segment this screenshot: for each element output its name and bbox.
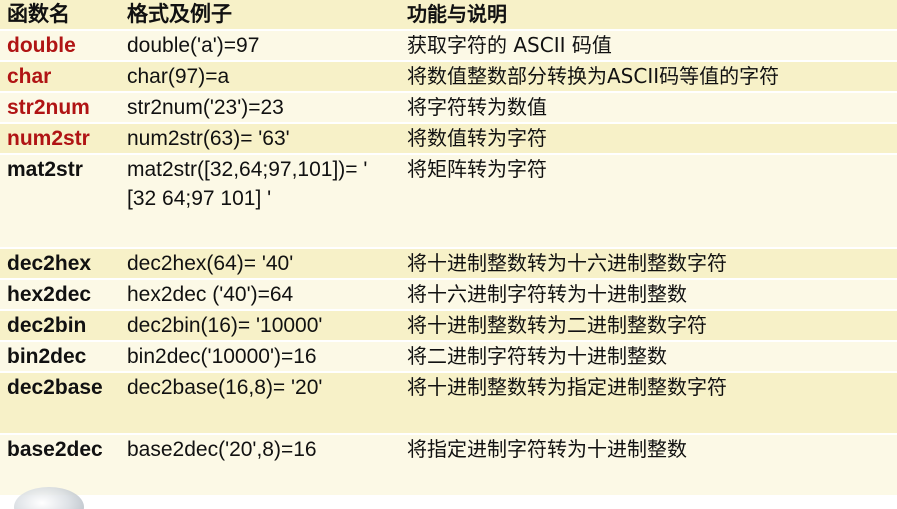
table-header-row: 函数名 格式及例子 功能与说明: [0, 0, 897, 31]
function-format: str2num('23')=23: [120, 92, 400, 124]
function-description: 获取字符的 ASCII 码值: [400, 30, 897, 62]
function-name: mat2str: [0, 154, 120, 249]
function-format: char(97)=a: [120, 61, 400, 93]
function-description: 将字符转为数值: [400, 92, 897, 124]
table-row: dec2hex dec2hex(64)= '40' 将十进制整数转为十六进制整数字符: [0, 248, 897, 280]
header-format: 格式及例子: [120, 0, 400, 31]
slide-page: 函数名 格式及例子 功能与说明 double double('a')=97 获取字符…: [0, 0, 897, 509]
function-description: 将十进制整数转为十六进制整数字符: [400, 248, 897, 280]
table-row: dec2base dec2base(16,8)= '20' 将十进制整数转为指定进制…: [0, 372, 897, 435]
function-name: dec2bin: [0, 310, 120, 342]
function-name: dec2hex: [0, 248, 120, 280]
function-description: 将十进制整数转为指定进制整数字符: [400, 372, 897, 435]
function-description: 将指定进制字符转为十进制整数: [400, 434, 897, 497]
function-description: 将二进制字符转为十进制整数: [400, 341, 897, 373]
table-row: num2str num2str(63)= '63' 将数值转为字符: [0, 123, 897, 155]
function-format: hex2dec ('40')=64: [120, 279, 400, 311]
function-format: base2dec('20',8)=16: [120, 434, 400, 497]
function-description: 将数值整数部分转换为ASCII码等值的字符: [400, 61, 897, 93]
table-row: str2num str2num('23')=23 将字符转为数值: [0, 92, 897, 124]
function-format: dec2base(16,8)= '20': [120, 372, 400, 435]
table-row: mat2str mat2str([32,64;97,101])= ' [32 64…: [0, 154, 897, 249]
function-name: base2dec: [0, 434, 120, 497]
table-row: bin2dec bin2dec('10000')=16 将二进制字符转为十进制整数: [0, 341, 897, 373]
function-format: num2str(63)= '63': [120, 123, 400, 155]
function-name: hex2dec: [0, 279, 120, 311]
function-name: dec2base: [0, 372, 120, 435]
function-name: bin2dec: [0, 341, 120, 373]
function-name: double: [0, 30, 120, 62]
table-row: dec2bin dec2bin(16)= '10000' 将十进制整数转为二进制整数…: [0, 310, 897, 342]
function-name: num2str: [0, 123, 120, 155]
function-name: char: [0, 61, 120, 93]
table-row: hex2dec hex2dec ('40')=64 将十六进制字符转为十进制整数: [0, 279, 897, 311]
table-row: char char(97)=a 将数值整数部分转换为ASCII码等值的字符: [0, 61, 897, 93]
function-description: 将十六进制字符转为十进制整数: [400, 279, 897, 311]
function-format: dec2hex(64)= '40': [120, 248, 400, 280]
function-format: double('a')=97: [120, 30, 400, 62]
table-body: double double('a')=97 获取字符的 ASCII 码值 char ch…: [0, 30, 897, 497]
function-format: mat2str([32,64;97,101])= ' [32 64;97 101…: [120, 154, 400, 249]
header-name: 函数名: [0, 0, 120, 31]
function-description: 将十进制整数转为二进制整数字符: [400, 310, 897, 342]
function-format: bin2dec('10000')=16: [120, 341, 400, 373]
table-row: double double('a')=97 获取字符的 ASCII 码值: [0, 30, 897, 62]
function-name: str2num: [0, 92, 120, 124]
table-row: base2dec base2dec('20',8)=16 将指定进制字符转为十进制整…: [0, 434, 897, 497]
header-desc: 功能与说明: [400, 0, 897, 31]
function-description: 将数值转为字符: [400, 123, 897, 155]
function-format: dec2bin(16)= '10000': [120, 310, 400, 342]
function-description: 将矩阵转为字符: [400, 154, 897, 249]
function-table: 函数名 格式及例子 功能与说明 double double('a')=97 获取字符…: [0, 0, 897, 497]
